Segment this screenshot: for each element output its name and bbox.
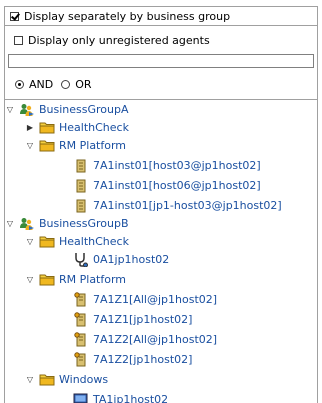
tree-node-agent[interactable]: 7A1Z1[jp1host02] (69, 311, 192, 328)
filter-area: Display only unregistered agents AND OR (5, 26, 317, 100)
tree-node-label[interactable]: 0A1jp1host02 (93, 253, 169, 266)
search-input[interactable] (8, 54, 314, 68)
tree-node-windows[interactable]: ▽ Windows (25, 371, 108, 388)
business-group-icon (19, 217, 35, 231)
tree-node-label[interactable]: 7A1Z2[All@jp1host02] (93, 333, 217, 346)
unregistered-label[interactable]: Display only unregistered agents (28, 34, 210, 47)
folder-icon (39, 373, 55, 387)
tree-node-agent[interactable]: 0A1jp1host02 (69, 251, 169, 268)
display-separately-checkbox[interactable] (10, 11, 19, 21)
tree-node-label[interactable]: BusinessGroupB (39, 217, 129, 230)
display-separately-row[interactable]: Display separately by business group (5, 7, 317, 26)
collapse-toggle-icon[interactable]: ▽ (25, 375, 35, 384)
or-label[interactable]: OR (75, 78, 91, 91)
agent-tree-panel: Display separately by business group Dis… (4, 6, 318, 403)
folder-icon (39, 139, 55, 153)
tree-node-agent[interactable]: 7A1Z1[All@jp1host02] (69, 291, 217, 308)
tree-node-rm-platform[interactable]: ▽ RM Platform (25, 137, 126, 154)
tree-node-label[interactable]: 7A1inst01[jp1-host03@jp1host02] (93, 199, 282, 212)
tree-node-healthcheck[interactable]: ▶ HealthCheck (25, 119, 129, 136)
tree-node-label[interactable]: HealthCheck (59, 121, 129, 134)
tree-node-label[interactable]: 7A1Z1[jp1host02] (93, 313, 192, 326)
expand-toggle-icon[interactable]: ▶ (25, 123, 35, 132)
and-radio[interactable] (15, 80, 24, 89)
tree-node-agent[interactable]: 7A1inst01[jp1-host03@jp1host02] (69, 197, 282, 214)
tree-node-label[interactable]: BusinessGroupA (39, 103, 129, 116)
and-label[interactable]: AND (29, 78, 53, 91)
tree-node-label[interactable]: 7A1Z2[jp1host02] (93, 353, 192, 366)
tree-node-agent[interactable]: 7A1inst01[host06@jp1host02] (69, 177, 261, 194)
server-remote-icon (73, 292, 89, 307)
server-agent-icon (73, 199, 89, 213)
tree-node-label[interactable]: HealthCheck (59, 235, 129, 248)
unregistered-checkbox[interactable] (14, 36, 23, 45)
server-remote-icon (73, 332, 89, 347)
server-remote-icon (73, 352, 89, 367)
monitor-icon (73, 393, 89, 403)
collapse-toggle-icon[interactable]: ▽ (5, 219, 15, 228)
unregistered-row[interactable]: Display only unregistered agents (14, 34, 210, 47)
collapse-toggle-icon[interactable]: ▽ (5, 105, 15, 114)
tree-node-label[interactable]: 7A1inst01[host06@jp1host02] (93, 179, 261, 192)
folder-icon (39, 235, 55, 249)
tree-node-agent[interactable]: TA1jp1host02 (69, 391, 168, 403)
folder-icon (39, 121, 55, 135)
or-radio[interactable] (61, 80, 71, 89)
tree-node-label[interactable]: 7A1Z1[All@jp1host02] (93, 293, 217, 306)
tree-node-agent[interactable]: 7A1Z2[All@jp1host02] (69, 331, 217, 348)
tree-node-label[interactable]: RM Platform (59, 273, 126, 286)
folder-icon (39, 273, 55, 287)
tree-node-healthcheck[interactable]: ▽ HealthCheck (25, 233, 129, 250)
tree-node-label[interactable]: Windows (59, 373, 108, 386)
collapse-toggle-icon[interactable]: ▽ (25, 237, 35, 246)
tree-node-agent[interactable]: 7A1inst01[host03@jp1host02] (69, 157, 261, 174)
business-group-icon (19, 103, 35, 117)
operator-radio-group: AND OR (15, 78, 100, 91)
tree-node-business-group-b[interactable]: ▽ BusinessGroupB (5, 215, 129, 232)
server-agent-icon (73, 159, 89, 173)
server-remote-icon (73, 312, 89, 327)
server-agent-icon (73, 179, 89, 193)
tree-node-label[interactable]: 7A1inst01[host03@jp1host02] (93, 159, 261, 172)
display-separately-label[interactable]: Display separately by business group (24, 10, 230, 23)
tree-node-label[interactable]: RM Platform (59, 139, 126, 152)
stethoscope-icon (73, 253, 89, 267)
tree-node-agent[interactable]: 7A1Z2[jp1host02] (69, 351, 192, 368)
tree-node-label[interactable]: TA1jp1host02 (93, 393, 168, 403)
collapse-toggle-icon[interactable]: ▽ (25, 141, 35, 150)
tree-node-rm-platform[interactable]: ▽ RM Platform (25, 271, 126, 288)
tree-node-business-group-a[interactable]: ▽ BusinessGroupA (5, 101, 129, 118)
collapse-toggle-icon[interactable]: ▽ (25, 275, 35, 284)
